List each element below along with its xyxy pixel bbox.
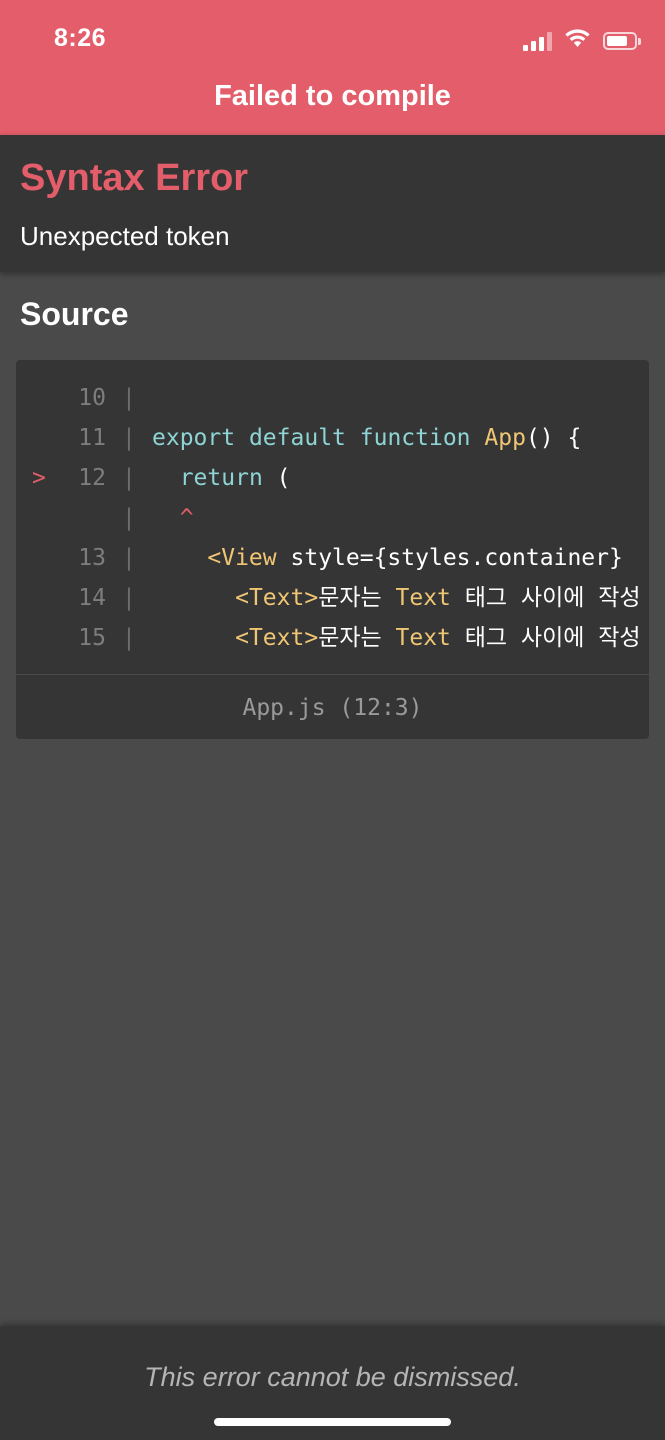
code-line: 13 | <View style={styles.container} [16, 538, 649, 578]
gutter-pipe: | [122, 625, 136, 651]
page-title: Failed to compile [214, 80, 451, 112]
code-string: 문자는 [318, 625, 396, 651]
code-attribute: style={styles.container} [290, 545, 623, 571]
source-heading: Source [20, 296, 129, 332]
code-keyword: function [359, 425, 471, 451]
code-text: return ( [152, 458, 291, 498]
code-line: 10 | [16, 378, 649, 418]
status-time: 8:26 [54, 24, 107, 52]
code-text: export default function App() { [152, 418, 581, 458]
code-lines: 10 | 11 | export default function App() … [16, 378, 649, 674]
dismiss-footer: This error cannot be dismissed. [0, 1326, 665, 1440]
code-function-name: App [484, 425, 526, 451]
code-string: 태그 사이에 작성 [450, 625, 641, 651]
error-line-marker: > [32, 465, 46, 491]
code-line: 15 | <Text>문자는 Text 태그 사이에 작성 [16, 618, 649, 658]
gutter-pipe: | [122, 505, 136, 531]
gutter-pipe: | [122, 465, 136, 491]
code-keyword: default [248, 425, 346, 451]
code-text: <Text>문자는 Text 태그 사이에 작성 [152, 618, 641, 658]
code-line-error: > 12 | return ( [16, 458, 649, 498]
line-number: 13 [78, 545, 106, 571]
line-number: 10 [78, 385, 106, 411]
error-overlay-screen: 8:26 Failed to compile Syntax Error Unex… [0, 0, 665, 1440]
code-line: 11 | export default function App() { [16, 418, 649, 458]
gutter-pipe: | [122, 385, 136, 411]
code-jsx-tag: Text [395, 625, 451, 651]
line-number: 14 [78, 585, 106, 611]
code-keyword: return [179, 465, 263, 491]
line-number: 11 [78, 425, 106, 451]
line-number: 15 [78, 625, 106, 651]
status-icons [523, 28, 641, 53]
error-header: 8:26 Failed to compile [0, 0, 665, 135]
source-location-link[interactable]: App.js (12:3) [16, 674, 649, 739]
code-jsx-tag: <View [207, 545, 277, 571]
gutter-pipe: | [122, 545, 136, 571]
line-number: 12 [78, 465, 106, 491]
code-frame[interactable]: 10 | 11 | export default function App() … [16, 360, 649, 739]
error-caret: ^ [179, 505, 194, 531]
code-string: 문자는 [318, 585, 396, 611]
dismiss-message: This error cannot be dismissed. [144, 1362, 521, 1392]
code-jsx-tag: Text [395, 585, 451, 611]
code-jsx-tag: <Text> [235, 625, 319, 651]
code-jsx-tag: <Text> [235, 585, 319, 611]
error-message: Unexpected token [20, 221, 230, 251]
home-indicator[interactable] [214, 1418, 451, 1426]
code-line: 14 | <Text>문자는 Text 태그 사이에 작성 [16, 578, 649, 618]
code-text: ^ [152, 498, 194, 538]
code-text: <Text>문자는 Text 태그 사이에 작성 [152, 578, 641, 618]
error-type: Syntax Error [20, 157, 249, 199]
cellular-signal-icon [523, 31, 552, 51]
error-summary: Syntax Error Unexpected token [0, 135, 665, 272]
gutter-pipe: | [122, 425, 136, 451]
code-keyword: export [152, 425, 236, 451]
gutter-pipe: | [122, 585, 136, 611]
wifi-icon [564, 28, 591, 53]
code-string: 태그 사이에 작성 [450, 585, 641, 611]
code-caret-line: | ^ [16, 498, 649, 538]
code-text: <View style={styles.container} [152, 538, 623, 578]
code-punctuation: () { [525, 425, 582, 451]
code-punctuation: ( [276, 465, 291, 491]
battery-icon [603, 31, 641, 50]
